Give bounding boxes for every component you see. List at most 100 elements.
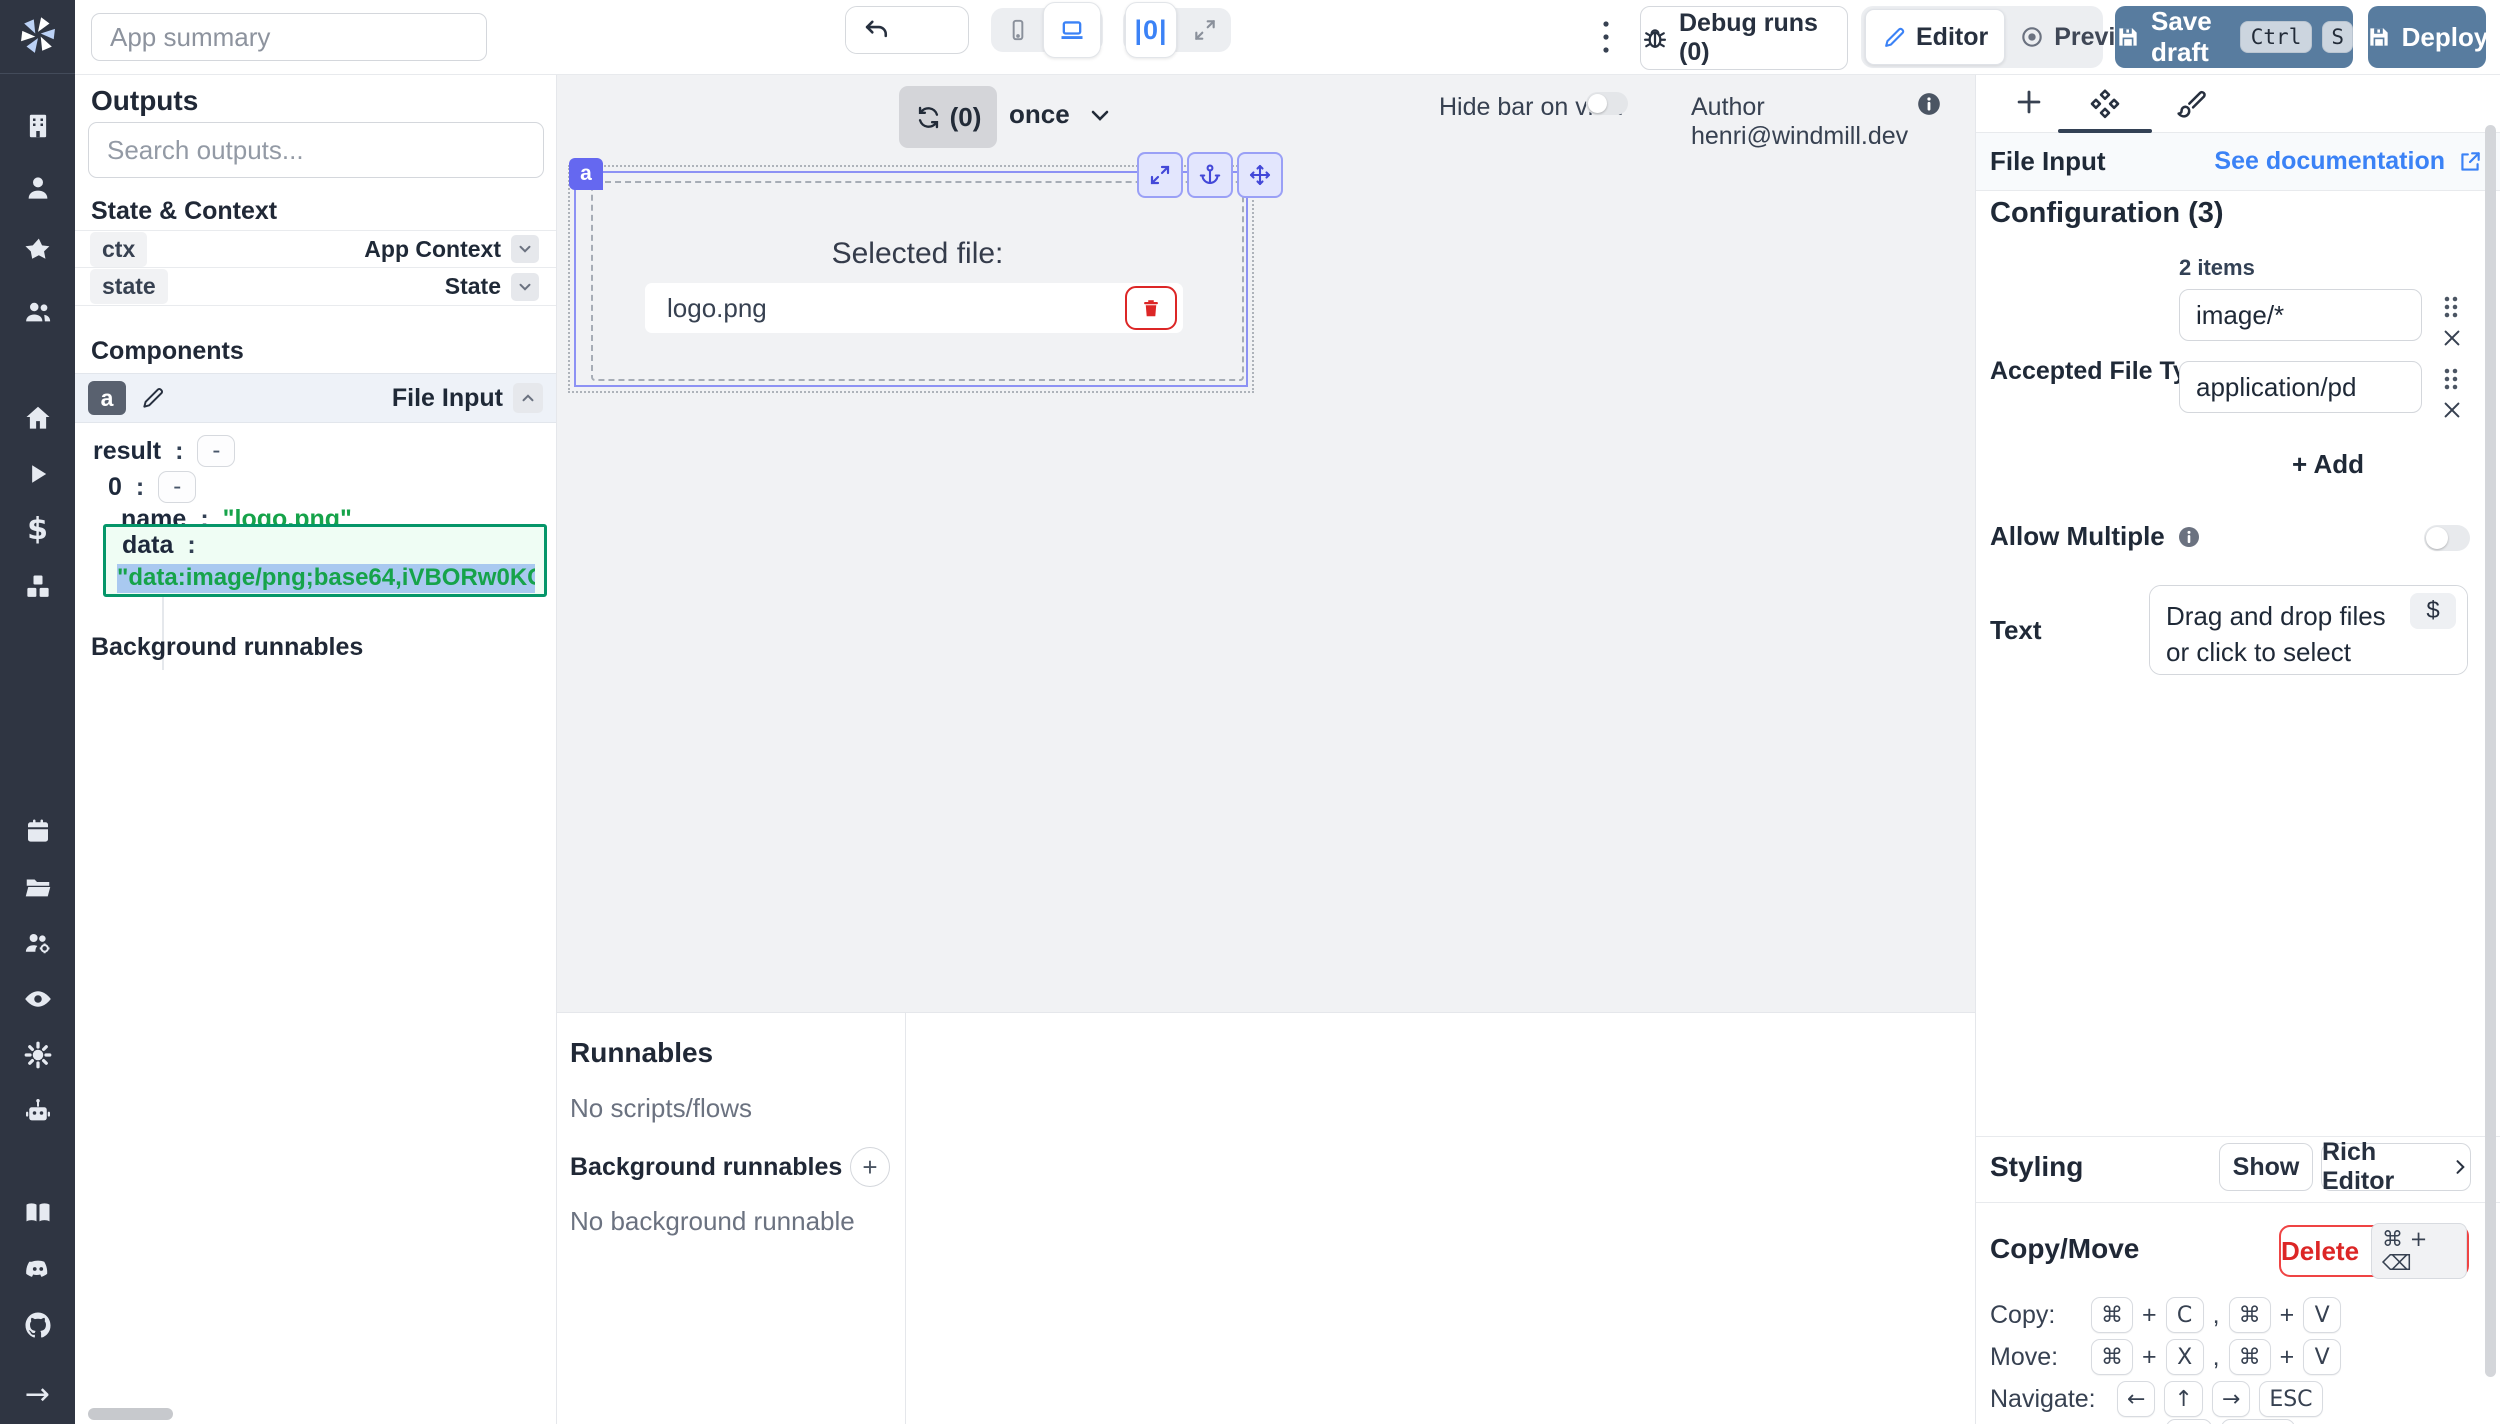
- remove-file-button[interactable]: [1125, 286, 1177, 330]
- move-component-button[interactable]: [1237, 152, 1283, 198]
- connect-value-button[interactable]: $: [2410, 593, 2456, 629]
- see-documentation-link[interactable]: See documentation: [2214, 147, 2445, 176]
- sidebar-item-workspace[interactable]: [0, 103, 75, 149]
- sidebar-item-github[interactable]: [0, 1302, 75, 1348]
- remove-item-button-0[interactable]: [2441, 327, 2463, 349]
- kbd-key: ⌘: [2229, 1297, 2271, 1333]
- sidebar-item-user[interactable]: [0, 165, 75, 211]
- debug-runs-button[interactable]: Debug runs (0): [1640, 6, 1848, 70]
- kbd-key: ↑: [2164, 1381, 2202, 1417]
- component-type-title: File Input: [1990, 146, 2106, 177]
- accepted-file-type-input-0[interactable]: [2179, 289, 2422, 341]
- fullscreen-layout-button[interactable]: [1181, 17, 1229, 43]
- dollar-icon: $: [2426, 597, 2439, 625]
- output-row-state[interactable]: state State: [75, 268, 557, 306]
- undo-button[interactable]: [846, 7, 907, 53]
- anchor-component-button[interactable]: [1187, 152, 1233, 198]
- sidebar-item-docs[interactable]: [0, 1190, 75, 1236]
- file-drop-zone[interactable]: Selected file: logo.png: [591, 181, 1244, 381]
- remove-item-button-1[interactable]: [2441, 399, 2463, 421]
- delete-component-button[interactable]: Delete ⌘ + ⌫: [2279, 1225, 2469, 1277]
- rich-editor-label: Rich Editor: [2322, 1138, 2442, 1196]
- expand-component-button[interactable]: [1137, 152, 1183, 198]
- layout-toggle-group: |0|: [1123, 8, 1231, 52]
- undo-redo-group: [845, 6, 969, 54]
- tab-insert[interactable]: [2012, 85, 2046, 119]
- redo-button[interactable]: [846, 53, 907, 54]
- search-outputs-input[interactable]: [88, 122, 544, 178]
- refresh-mode-select[interactable]: once: [1009, 99, 1112, 130]
- desktop-icon: [1058, 16, 1086, 44]
- author-info-button[interactable]: [1916, 91, 1942, 117]
- windmill-logo[interactable]: [15, 11, 61, 57]
- eye-icon: [23, 984, 53, 1014]
- styling-show-button[interactable]: Show: [2219, 1143, 2313, 1191]
- app-canvas[interactable]: (0) once Hide bar on view Author henri@w…: [557, 75, 1975, 1012]
- sidebar-item-favorites[interactable]: [0, 227, 75, 273]
- collapse-zero-button[interactable]: -: [158, 471, 196, 503]
- save-draft-button[interactable]: Save draft Ctrl S: [2115, 6, 2353, 68]
- home-icon: [23, 403, 53, 433]
- sidebar-item-runs[interactable]: [0, 451, 75, 497]
- refresh-button[interactable]: (0): [899, 86, 997, 148]
- app-summary-input[interactable]: [91, 13, 487, 61]
- sidebar-item-workers[interactable]: [0, 920, 75, 966]
- windmill-app-editor: $ →: [0, 0, 2500, 1424]
- add-background-runnable-button[interactable]: +: [850, 1147, 890, 1187]
- tree-row-zero: 0 : -: [108, 471, 196, 503]
- sidebar-item-discord[interactable]: [0, 1246, 75, 1292]
- more-menu-button[interactable]: [1599, 14, 1613, 60]
- sidebar-item-schedules[interactable]: [0, 808, 75, 854]
- save-icon: [2366, 24, 2392, 50]
- settings-scrollbar-thumb[interactable]: [2485, 125, 2496, 1377]
- sidebar-collapse[interactable]: →: [0, 1372, 75, 1418]
- kbd-key: X: [2166, 1339, 2204, 1375]
- output-row-ctx[interactable]: ctx App Context: [75, 230, 557, 268]
- component-collapse-button[interactable]: [513, 383, 543, 413]
- ctx-expand-button[interactable]: [511, 235, 539, 263]
- mobile-view-button[interactable]: [993, 17, 1043, 43]
- data-value-box[interactable]: data : "data:image/png;base64,iVBORw0KGg…: [103, 524, 547, 597]
- edit-id-button[interactable]: [140, 385, 166, 411]
- sidebar-item-resources[interactable]: [0, 563, 75, 609]
- deploy-button[interactable]: Deploy: [2368, 6, 2486, 68]
- sidebar-item-audit-logs[interactable]: [0, 976, 75, 1022]
- add-item-button[interactable]: + Add: [2292, 449, 2364, 480]
- copy-label: Copy:: [1990, 1301, 2082, 1330]
- sidebar-item-settings[interactable]: [0, 1032, 75, 1078]
- tab-settings[interactable]: [2089, 87, 2121, 119]
- refresh-count: (0): [950, 102, 982, 133]
- info-icon: [1916, 91, 1942, 117]
- rich-editor-button[interactable]: Rich Editor: [2321, 1143, 2471, 1191]
- sidebar-item-home[interactable]: [0, 395, 75, 441]
- github-icon: [23, 1310, 53, 1340]
- allow-multiple-toggle[interactable]: [2424, 525, 2470, 551]
- drag-handle-icon[interactable]: [2440, 295, 2462, 319]
- tab-editor[interactable]: Editor: [1865, 9, 2005, 65]
- book-icon: [23, 1198, 53, 1228]
- sidebar-item-groups[interactable]: [0, 289, 75, 335]
- hide-bar-toggle[interactable]: [1586, 92, 1628, 115]
- plus-icon: +: [862, 1152, 877, 1183]
- sidebar-item-variables[interactable]: $: [0, 507, 75, 553]
- desktop-view-button[interactable]: [1043, 2, 1101, 58]
- state-expand-button[interactable]: [511, 273, 539, 301]
- comma-separator: ,: [2213, 1301, 2220, 1330]
- sidebar-item-folders[interactable]: [0, 864, 75, 910]
- external-link-icon[interactable]: [2457, 149, 2483, 175]
- text-label: Text: [1990, 615, 2042, 646]
- horizontal-scrollbar-thumb[interactable]: [88, 1408, 173, 1420]
- component-handles: [1137, 152, 1283, 198]
- component-tag-badge[interactable]: a: [569, 158, 603, 190]
- sidebar-item-ai[interactable]: [0, 1088, 75, 1134]
- drag-handle-icon[interactable]: [2440, 367, 2462, 391]
- accepted-file-type-input-1[interactable]: [2179, 361, 2422, 413]
- allow-multiple-info-button[interactable]: [2177, 525, 2201, 549]
- kbd-key: ←: [2117, 1381, 2155, 1417]
- collapse-result-button[interactable]: -: [197, 435, 235, 467]
- centered-layout-button[interactable]: |0|: [1125, 2, 1177, 58]
- tab-styling[interactable]: [2176, 87, 2208, 119]
- component-row-a[interactable]: a File Input: [75, 373, 557, 423]
- selected-component-outline[interactable]: Selected file: logo.png: [574, 171, 1248, 387]
- close-icon: [2441, 327, 2463, 349]
